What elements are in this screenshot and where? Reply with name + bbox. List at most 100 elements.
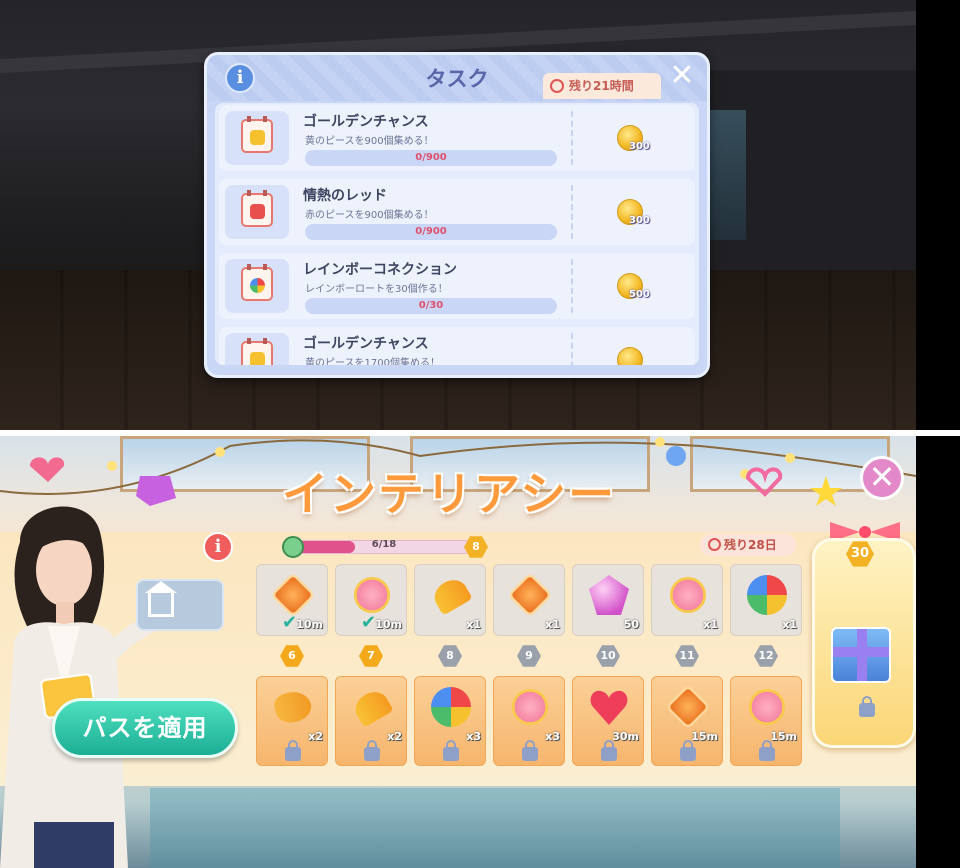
gem-icon bbox=[589, 575, 629, 615]
reward-amount: x1 bbox=[703, 618, 718, 631]
free-reward-tile[interactable]: 10m ✔ bbox=[335, 564, 407, 636]
candy-icon bbox=[670, 577, 706, 613]
pass-screen: インテリアシー ✕ i 6/18 8 残り28日 パスを適用 10m ✔ 6 10m ✔… bbox=[0, 436, 916, 868]
free-reward-tile[interactable]: x1 bbox=[730, 564, 802, 636]
task-progress-bar: 0/900 bbox=[305, 150, 557, 166]
lock-icon bbox=[443, 740, 459, 761]
clock-icon bbox=[708, 538, 721, 551]
task-desc: レインボーロートを30個作る！ bbox=[305, 284, 448, 295]
brush-icon bbox=[429, 574, 473, 616]
calendar-icon bbox=[241, 338, 273, 365]
pass-ticket-icon bbox=[136, 579, 224, 631]
task-name: 情熱のレッド bbox=[303, 188, 387, 204]
gift-box-icon bbox=[831, 627, 891, 683]
task-icon-box bbox=[225, 259, 289, 313]
premium-reward-tile[interactable]: x2 bbox=[256, 676, 328, 766]
task-desc: 黄のピースを1700個集める！ bbox=[305, 358, 440, 365]
task-screen: i タスク 残り21時間 ✕ ゴールデンチャンス 黄のピースを900個集める！ … bbox=[0, 0, 916, 430]
calendar-icon bbox=[241, 116, 273, 153]
yellow-piece-icon bbox=[250, 352, 265, 365]
coin-icon bbox=[617, 347, 643, 365]
task-progress-text: 0/30 bbox=[418, 300, 444, 311]
timer-text: 残り21時間 bbox=[569, 79, 634, 93]
ball-icon bbox=[431, 687, 471, 727]
pass-progress: 6/18 bbox=[282, 536, 478, 558]
task-progress-bar: 0/900 bbox=[305, 224, 557, 240]
premium-reward-tile[interactable]: x2 bbox=[335, 676, 407, 766]
task-dialog: i タスク 残り21時間 ✕ ゴールデンチャンス 黄のピースを900個集める！ … bbox=[204, 52, 710, 378]
task-list[interactable]: ゴールデンチャンス 黄のピースを900個集める！ 0/900 300 情熱のレッ… bbox=[215, 103, 699, 365]
reward-amount: x3 bbox=[466, 730, 481, 743]
reward-amount: 10m bbox=[296, 618, 323, 631]
grand-reward-lock-area bbox=[831, 691, 891, 721]
close-icon[interactable]: ✕ bbox=[860, 456, 904, 500]
free-reward-tile[interactable]: x1 bbox=[493, 564, 565, 636]
leaf-icon bbox=[270, 572, 316, 618]
ball-icon bbox=[747, 575, 787, 615]
lock-icon bbox=[522, 740, 538, 761]
candy-icon bbox=[512, 689, 548, 725]
calendar-icon bbox=[241, 264, 273, 301]
grand-reward-card[interactable] bbox=[812, 538, 916, 748]
close-icon[interactable]: ✕ bbox=[667, 61, 697, 91]
apply-pass-button[interactable]: パスを適用 bbox=[52, 698, 238, 758]
premium-reward-tile[interactable]: 30m bbox=[572, 676, 644, 766]
task-row[interactable]: レインボーコネクション レインボーロートを30個作る！ 0/30 500 bbox=[219, 253, 695, 319]
remaining-text: 残り28日 bbox=[724, 538, 777, 552]
pass-title: インテリアシー bbox=[282, 467, 617, 521]
reward-amount: 10m bbox=[375, 618, 402, 631]
leaf-icon bbox=[665, 684, 711, 730]
task-row[interactable]: ゴールデンチャンス 黄のピースを900個集める！ 0/900 300 bbox=[219, 105, 695, 171]
reward-amount: 500 bbox=[629, 289, 650, 300]
reward-amount: 15m bbox=[770, 730, 797, 743]
divider bbox=[571, 111, 573, 165]
calendar-icon bbox=[241, 190, 273, 227]
task-icon-box bbox=[225, 333, 289, 365]
task-desc: 赤のピースを900個集める！ bbox=[305, 210, 434, 221]
task-progress-text: 0/900 bbox=[415, 226, 447, 237]
premium-reward-tile[interactable]: x3 bbox=[414, 676, 486, 766]
premium-reward-tile[interactable]: 15m bbox=[730, 676, 802, 766]
reward-amount: x1 bbox=[466, 618, 481, 631]
task-row[interactable]: ゴールデンチャンス 黄のピースを1700個集める！ bbox=[219, 327, 695, 365]
right-black-strip bbox=[916, 0, 960, 430]
task-name: レインボーコネクション bbox=[303, 262, 457, 278]
clock-icon bbox=[550, 79, 564, 93]
premium-reward-tile[interactable]: 15m bbox=[651, 676, 723, 766]
task-name: ゴールデンチャンス bbox=[303, 114, 429, 130]
reward-amount: 30m bbox=[612, 730, 639, 743]
free-reward-tile[interactable]: 50 bbox=[572, 564, 644, 636]
candy-icon bbox=[749, 689, 785, 725]
check-icon: ✔ bbox=[361, 612, 377, 633]
reward-amount: x2 bbox=[308, 730, 323, 743]
free-reward-tile[interactable]: 10m ✔ bbox=[256, 564, 328, 636]
divider bbox=[571, 259, 573, 313]
lock-icon bbox=[859, 696, 875, 717]
reward-amount: x2 bbox=[387, 730, 402, 743]
reward-amount: 50 bbox=[623, 618, 639, 631]
background-rug bbox=[150, 788, 840, 868]
free-reward-tile[interactable]: x1 bbox=[414, 564, 486, 636]
lock-icon bbox=[285, 740, 301, 761]
lock-icon bbox=[364, 740, 380, 761]
reward-amount: x1 bbox=[782, 618, 797, 631]
reward-amount: x3 bbox=[545, 730, 560, 743]
leaf-icon bbox=[507, 572, 553, 618]
info-icon[interactable]: i bbox=[203, 532, 233, 562]
task-name: ゴールデンチャンス bbox=[303, 336, 429, 352]
lock-icon bbox=[601, 740, 617, 761]
task-row[interactable]: 情熱のレッド 赤のピースを900個集める！ 0/900 300 bbox=[219, 179, 695, 245]
task-desc: 黄のピースを900個集める！ bbox=[305, 136, 434, 147]
rainbow-ball-icon bbox=[250, 278, 265, 293]
premium-reward-tile[interactable]: x3 bbox=[493, 676, 565, 766]
hairdryer-icon bbox=[271, 687, 315, 727]
brush-icon bbox=[350, 686, 394, 728]
free-reward-tile[interactable]: x1 bbox=[651, 564, 723, 636]
divider bbox=[571, 185, 573, 239]
task-icon-box bbox=[225, 185, 289, 239]
reward-amount: 300 bbox=[629, 215, 650, 226]
reward-amount: 300 bbox=[629, 141, 650, 152]
timer-badge: 残り21時間 bbox=[543, 73, 661, 99]
right-black-strip bbox=[916, 436, 960, 868]
lock-icon bbox=[680, 740, 696, 761]
